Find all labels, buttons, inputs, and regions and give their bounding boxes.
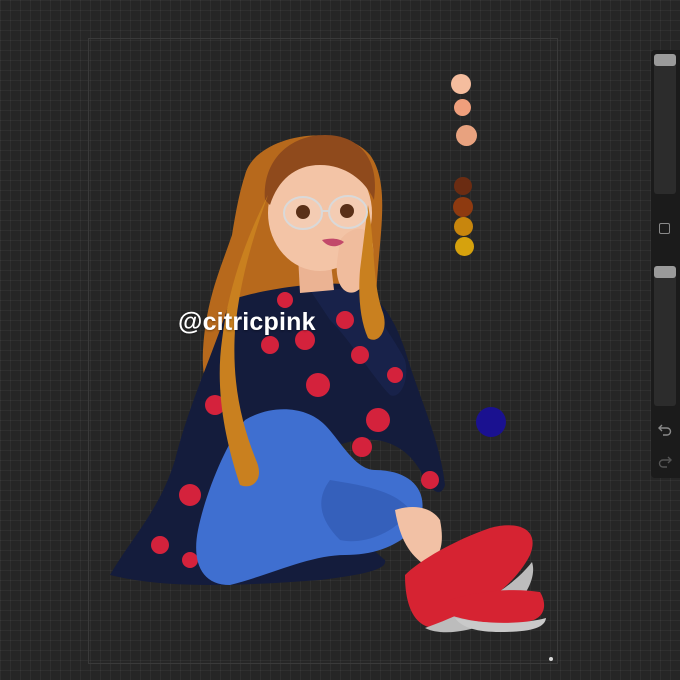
eye-left xyxy=(296,205,310,219)
palette-swatch[interactable] xyxy=(454,217,473,236)
loose-color-swatch[interactable] xyxy=(476,407,506,437)
undo-icon[interactable] xyxy=(658,422,672,436)
palette-swatch[interactable] xyxy=(455,237,474,256)
character-illustration xyxy=(110,135,546,633)
opacity-thumb[interactable] xyxy=(654,266,676,278)
redo-icon[interactable] xyxy=(658,454,672,468)
opacity-slider[interactable] xyxy=(654,266,676,406)
palette-swatch[interactable] xyxy=(456,125,477,146)
palette-swatch[interactable] xyxy=(453,197,473,217)
eye-right xyxy=(340,204,354,218)
brush-size-thumb[interactable] xyxy=(654,54,676,66)
palette-swatch[interactable] xyxy=(454,177,472,195)
sidebar-panel xyxy=(651,50,680,478)
brush-size-slider[interactable] xyxy=(654,54,676,194)
watermark-text: @citricpink xyxy=(178,308,316,336)
canvas-corner-dot xyxy=(549,657,553,661)
modify-square-icon[interactable] xyxy=(659,223,670,234)
palette-swatch[interactable] xyxy=(454,99,471,116)
palette-swatch[interactable] xyxy=(451,74,471,94)
